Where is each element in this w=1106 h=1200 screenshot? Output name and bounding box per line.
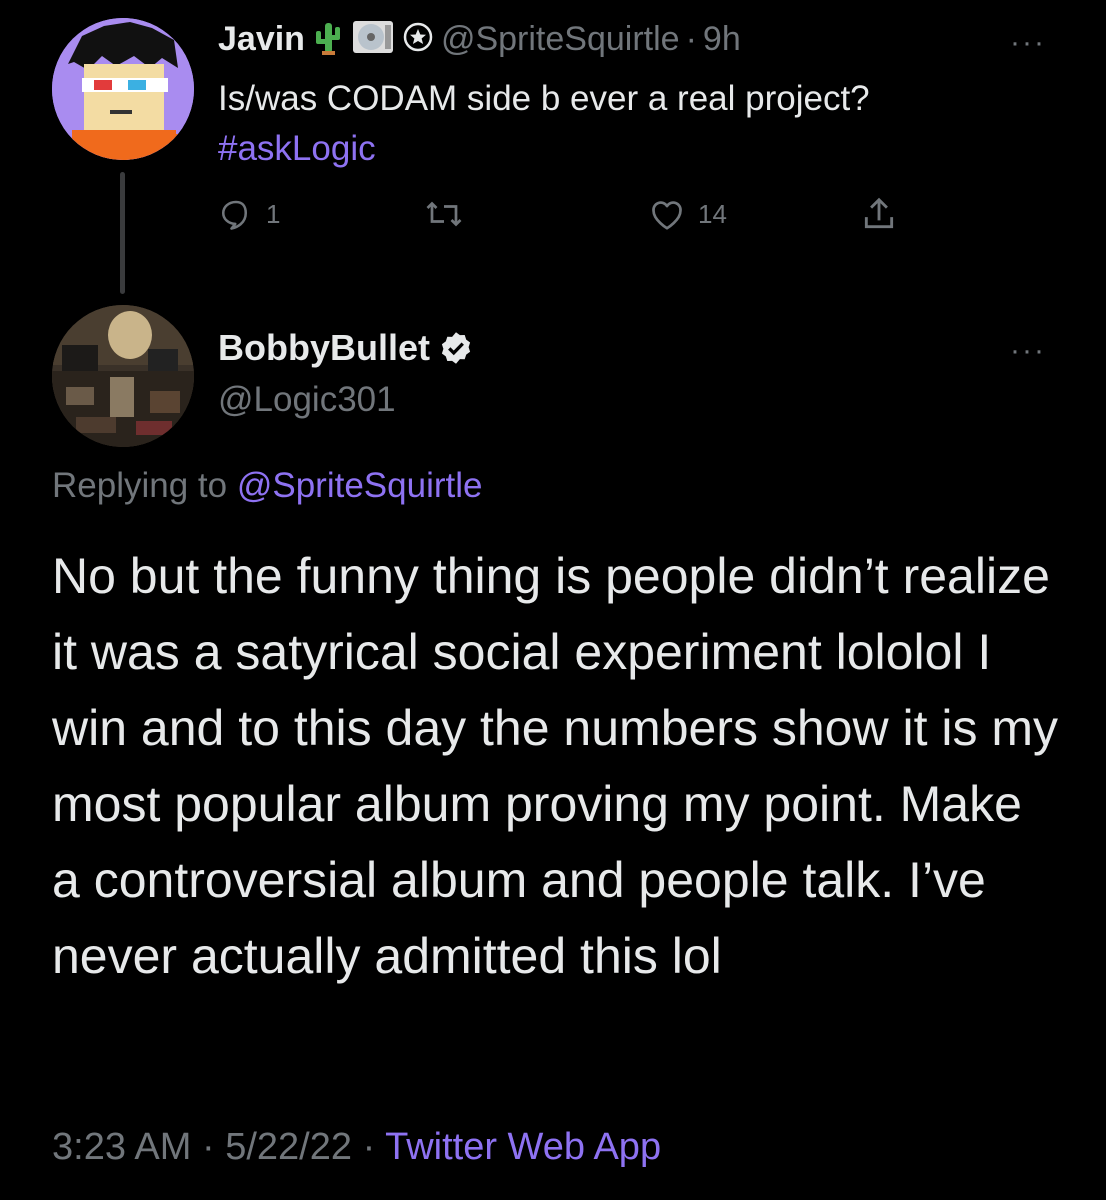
footer-dot-2: · <box>362 1126 376 1168</box>
like-action[interactable]: 14 <box>648 192 727 236</box>
original-tweet-text: Is/was CODAM side b ever a real project?… <box>218 74 1018 174</box>
display-name-javin[interactable]: Javin <box>218 20 305 59</box>
like-count: 14 <box>698 198 727 229</box>
hashtag-link[interactable]: #askLogic <box>218 124 1018 174</box>
footer-dot: · <box>201 1126 215 1168</box>
reply-tweet-text: No but the funny thing is people didn’t … <box>52 548 1059 984</box>
pixel-avatar-icon <box>52 18 194 160</box>
avatar-javin[interactable] <box>52 18 194 160</box>
reply-action[interactable]: 1 <box>218 192 280 236</box>
original-tweet-header: Javin @SpriteSquirtle · 9h <box>218 14 741 64</box>
replying-to-mention[interactable]: @SpriteSquirtle <box>237 466 483 505</box>
cactus-icon <box>313 19 343 60</box>
handle-logic301[interactable]: @Logic301 <box>218 380 396 420</box>
share-icon <box>864 197 894 229</box>
replying-to-label: Replying to <box>52 466 228 505</box>
studio-photo-avatar-icon <box>52 305 194 447</box>
heart-icon <box>652 201 682 230</box>
source-app-link[interactable]: Twitter Web App <box>385 1126 661 1168</box>
reply-icon <box>221 200 248 230</box>
verified-badge-icon <box>438 330 474 366</box>
star-badge-icon <box>403 22 433 57</box>
thread-connector-line <box>120 172 125 294</box>
tweet-time[interactable]: 9h <box>703 20 741 59</box>
meta-separator: · <box>685 19 697 58</box>
footer-time[interactable]: 3:23 AM <box>52 1126 191 1168</box>
cd-icon <box>351 19 395 60</box>
reply-count: 1 <box>266 198 281 229</box>
reply-tweet-header: BobbyBullet <box>218 327 474 369</box>
tweet-text-line: Is/was CODAM side b ever a real project? <box>218 79 870 118</box>
more-options-icon[interactable]: ··· <box>1010 26 1046 60</box>
footer-date[interactable]: 5/22/22 <box>225 1126 352 1168</box>
handle-javin[interactable]: @SpriteSquirtle <box>441 20 680 59</box>
avatar-bobbybullet[interactable] <box>52 305 194 447</box>
display-name-bobbybullet[interactable]: BobbyBullet <box>218 327 430 369</box>
tweet-footer: 3:23 AM · 5/22/22 · Twitter Web App <box>52 1126 661 1169</box>
more-options-icon-reply[interactable]: ··· <box>1010 334 1046 368</box>
share-action[interactable] <box>860 192 898 236</box>
retweet-icon <box>426 201 462 227</box>
replying-to: Replying to @SpriteSquirtle <box>52 466 482 506</box>
retweet-action[interactable] <box>424 192 476 236</box>
